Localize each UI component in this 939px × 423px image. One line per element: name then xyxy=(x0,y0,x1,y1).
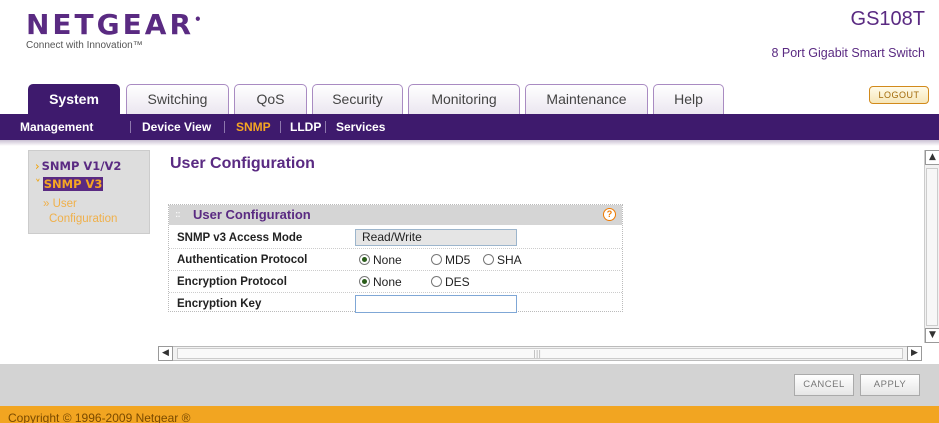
drag-grip-icon: :: xyxy=(175,209,181,220)
subnav-lldp[interactable]: LLDP xyxy=(290,114,321,140)
scroll-left-icon[interactable]: ◀ xyxy=(158,346,173,361)
encryption-key-label: Encryption Key xyxy=(177,298,262,310)
tab-security[interactable]: Security xyxy=(312,84,403,114)
page-title: User Configuration xyxy=(170,155,315,172)
copyright-text: Copyright © 1996-2009 Netgear ® xyxy=(8,411,191,423)
leftnav-user-configuration[interactable]: » User Configuration xyxy=(43,197,117,227)
encryption-protocol-row: Encryption Protocol None DES xyxy=(169,271,622,293)
model-name: GS108T xyxy=(850,8,925,30)
encryption-protocol-label: Encryption Protocol xyxy=(177,276,287,288)
horizontal-scrollbar[interactable]: ◀ ||| ▶ xyxy=(158,346,922,361)
leftnav-snmp-v1v2[interactable]: › SNMP V1/V2 xyxy=(35,159,121,173)
access-mode-value: Read/Write xyxy=(355,229,517,246)
radio-checked-icon xyxy=(359,276,370,287)
vertical-scrollbar[interactable]: ▲ ▼ xyxy=(924,150,939,343)
subnav-services[interactable]: Services xyxy=(336,114,385,140)
auth-sha-radio[interactable]: SHA xyxy=(483,253,522,267)
scroll-down-icon[interactable]: ▼ xyxy=(925,328,939,343)
tab-system[interactable]: System xyxy=(28,84,120,115)
apply-button[interactable]: APPLY xyxy=(860,374,920,396)
panel-title: User Configuration xyxy=(193,207,311,222)
tagline: Connect with Innovation™ xyxy=(26,40,143,51)
main-tab-bar: System Switching QoS Security Monitoring… xyxy=(0,80,939,115)
subnav-separator xyxy=(325,121,326,133)
nav-shadow xyxy=(0,140,939,146)
help-icon[interactable]: ? xyxy=(603,208,616,221)
scroll-up-icon[interactable]: ▲ xyxy=(925,150,939,165)
logout-button[interactable]: LOGOUT xyxy=(869,86,929,104)
subnav-management[interactable]: Management xyxy=(20,114,93,140)
subnav-separator xyxy=(280,121,281,133)
radio-checked-icon xyxy=(359,254,370,265)
vertical-scroll-thumb[interactable] xyxy=(926,168,938,326)
radio-unchecked-icon xyxy=(483,254,494,265)
scroll-right-icon[interactable]: ▶ xyxy=(907,346,922,361)
cancel-button[interactable]: CANCEL xyxy=(794,374,854,396)
left-navigation: › SNMP V1/V2 ˅ SNMP V3 » User Configuratio… xyxy=(28,150,150,234)
tab-qos[interactable]: QoS xyxy=(234,84,307,114)
chevron-right-icon: › xyxy=(35,159,40,173)
tab-maintenance[interactable]: Maintenance xyxy=(525,84,648,114)
horizontal-scroll-thumb[interactable]: ||| xyxy=(177,348,903,359)
subnav-separator xyxy=(224,121,225,133)
enc-des-radio[interactable]: DES xyxy=(431,275,470,289)
netgear-logo: NETGEAR• xyxy=(26,8,202,41)
auth-protocol-label: Authentication Protocol xyxy=(177,254,308,266)
enc-none-radio[interactable]: None xyxy=(359,275,402,289)
leftnav-snmp-v3[interactable]: ˅ SNMP V3 xyxy=(35,177,104,191)
model-description: 8 Port Gigabit Smart Switch xyxy=(771,46,925,60)
radio-unchecked-icon xyxy=(431,254,442,265)
auth-md5-radio[interactable]: MD5 xyxy=(431,253,470,267)
access-mode-label: SNMP v3 Access Mode xyxy=(177,232,303,244)
access-mode-row: SNMP v3 Access Mode Read/Write xyxy=(169,227,622,249)
tab-monitoring[interactable]: Monitoring xyxy=(408,84,520,114)
browser-page: NETGEAR• Connect with Innovation™ GS108T… xyxy=(0,0,939,423)
sub-navigation: Management Device View SNMP LLDP Service… xyxy=(0,114,939,140)
header: NETGEAR• Connect with Innovation™ GS108T… xyxy=(0,0,939,80)
panel-header: :: User Configuration ? xyxy=(169,205,622,225)
user-configuration-panel: :: User Configuration ? SNMP v3 Access M… xyxy=(168,204,623,315)
radio-unchecked-icon xyxy=(431,276,442,287)
subnav-device-view[interactable]: Device View xyxy=(142,114,211,140)
encryption-key-input[interactable] xyxy=(355,295,517,313)
encryption-key-row: Encryption Key xyxy=(169,293,622,315)
chevron-down-icon: ˅ xyxy=(35,177,41,191)
tab-help[interactable]: Help xyxy=(653,84,724,114)
button-bar: CANCEL APPLY xyxy=(0,364,939,406)
auth-none-radio[interactable]: None xyxy=(359,253,402,267)
tab-switching[interactable]: Switching xyxy=(126,84,229,114)
footer: Copyright © 1996-2009 Netgear ® xyxy=(0,406,939,423)
subnav-snmp[interactable]: SNMP xyxy=(236,114,271,140)
subnav-separator xyxy=(130,121,131,133)
auth-protocol-row: Authentication Protocol None MD5 SHA xyxy=(169,249,622,271)
